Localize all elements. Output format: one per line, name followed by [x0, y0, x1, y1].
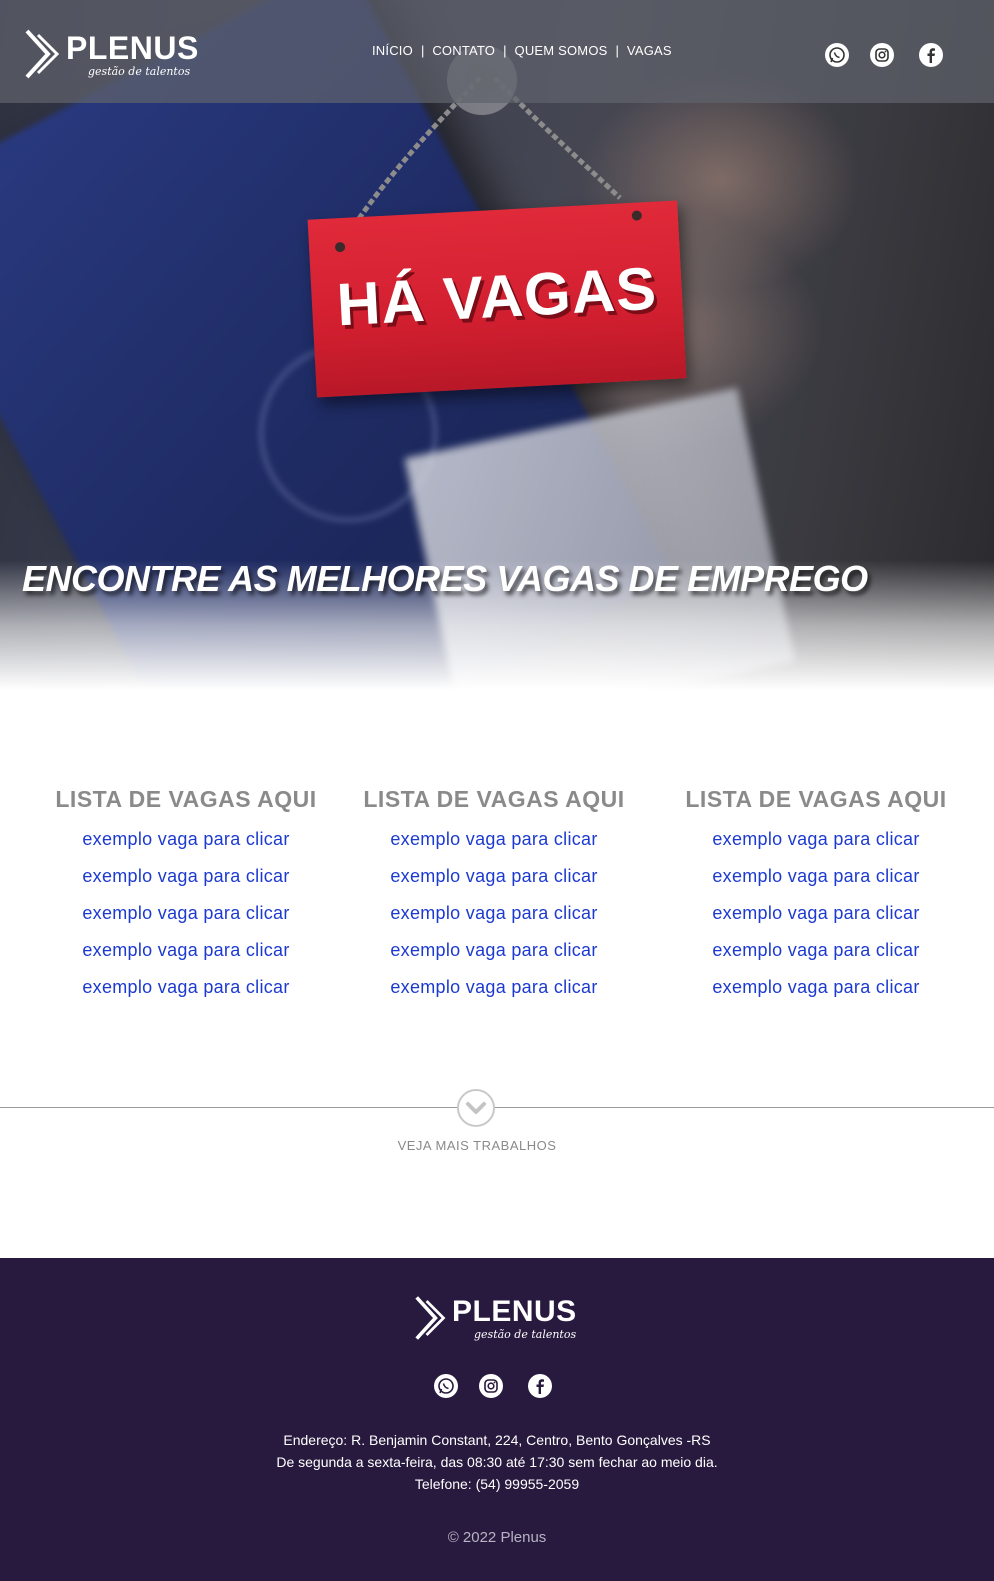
ha-vagas-sign: HÁ VAGAS: [307, 200, 687, 398]
list-item: exemplo vaga para clicar: [36, 866, 336, 903]
main-nav: INÍCIO | CONTATO | QUEM SOMOS | VAGAS: [372, 43, 672, 58]
list-item: exemplo vaga para clicar: [666, 829, 966, 866]
job-link[interactable]: exemplo vaga para clicar: [390, 940, 597, 960]
footer-phone: Telefone: (54) 99955-2059: [414, 1476, 580, 1492]
hero-banner: HÁ VAGAS ENCONTRE AS MELHORES VAGAS DE E…: [0, 0, 994, 690]
job-link[interactable]: exemplo vaga para clicar: [712, 940, 919, 960]
logo-chevron-icon: [25, 29, 60, 79]
nav-quem-somos[interactable]: QUEM SOMOS: [515, 43, 608, 58]
footer-logo[interactable]: PLENUS gestão de talentos: [414, 1294, 577, 1342]
list-item: exemplo vaga para clicar: [36, 940, 336, 977]
job-list: exemplo vaga para clicar exemplo vaga pa…: [36, 829, 336, 1014]
whatsapp-icon[interactable]: [825, 43, 849, 67]
logo-tagline: gestão de talentos: [474, 1327, 577, 1341]
job-list-column: LISTA DE VAGAS AQUI exemplo vaga para cl…: [36, 786, 336, 1014]
list-item: exemplo vaga para clicar: [344, 903, 644, 940]
nav-separator: |: [420, 43, 425, 58]
list-item: exemplo vaga para clicar: [666, 977, 966, 1014]
job-link[interactable]: exemplo vaga para clicar: [390, 977, 597, 997]
footer-copyright: © 2022 Plenus: [447, 1529, 547, 1546]
header-social-links: [825, 43, 943, 67]
list-item: exemplo vaga para clicar: [36, 903, 336, 940]
job-link[interactable]: exemplo vaga para clicar: [712, 903, 919, 923]
list-item: exemplo vaga para clicar: [666, 903, 966, 940]
top-bar: PLENUS gestão de talentos INÍCIO | CONTA…: [0, 0, 994, 103]
list-item: exemplo vaga para clicar: [666, 866, 966, 903]
facebook-icon[interactable]: [919, 43, 943, 67]
footer-contact-info: Endereço: R. Benjamin Constant, 224, Cen…: [0, 1429, 994, 1495]
job-link[interactable]: exemplo vaga para clicar: [390, 829, 597, 849]
job-link[interactable]: exemplo vaga para clicar: [82, 940, 289, 960]
sign-hole-right: [631, 210, 643, 221]
section-divider: [0, 1107, 994, 1108]
instagram-icon[interactable]: [870, 43, 894, 67]
nav-vagas[interactable]: VAGAS: [627, 43, 672, 58]
more-jobs-button[interactable]: [457, 1089, 495, 1127]
whatsapp-icon[interactable]: [434, 1374, 458, 1398]
header-logo[interactable]: PLENUS gestão de talentos: [24, 29, 199, 79]
job-list-column: LISTA DE VAGAS AQUI exemplo vaga para cl…: [666, 786, 966, 1014]
nav-separator: |: [503, 43, 507, 58]
logo-tagline: gestão de talentos: [88, 64, 191, 78]
footer-hours: De segunda a sexta-feira, das 08:30 até …: [276, 1454, 718, 1470]
job-link[interactable]: exemplo vaga para clicar: [82, 977, 289, 997]
nav-contato[interactable]: CONTATO: [432, 43, 495, 58]
job-list: exemplo vaga para clicar exemplo vaga pa…: [344, 829, 644, 1014]
list-item: exemplo vaga para clicar: [344, 977, 644, 1014]
job-link[interactable]: exemplo vaga para clicar: [712, 977, 919, 997]
list-item: exemplo vaga para clicar: [36, 829, 336, 866]
job-list: exemplo vaga para clicar exemplo vaga pa…: [666, 829, 966, 1014]
facebook-icon[interactable]: [528, 1374, 552, 1398]
list-item: exemplo vaga para clicar: [666, 940, 966, 977]
list-item: exemplo vaga para clicar: [36, 977, 336, 1014]
job-list-title: LISTA DE VAGAS AQUI: [55, 786, 317, 812]
logo-name: PLENUS: [66, 29, 199, 66]
sign-text: HÁ VAGAS: [335, 254, 659, 339]
job-link[interactable]: exemplo vaga para clicar: [712, 829, 919, 849]
job-list-column: LISTA DE VAGAS AQUI exemplo vaga para cl…: [344, 786, 644, 1014]
job-link[interactable]: exemplo vaga para clicar: [82, 829, 289, 849]
hero-headline: ENCONTRE AS MELHORES VAGAS DE EMPREGO: [22, 558, 868, 599]
sign-hole-left: [334, 241, 346, 253]
list-item: exemplo vaga para clicar: [344, 866, 644, 903]
nav-inicio[interactable]: INÍCIO: [372, 43, 413, 58]
logo-chevron-icon: [415, 1296, 446, 1340]
footer-address: Endereço: R. Benjamin Constant, 224, Cen…: [283, 1432, 711, 1448]
chevron-down-icon: [466, 1102, 486, 1114]
list-item: exemplo vaga para clicar: [344, 940, 644, 977]
job-link[interactable]: exemplo vaga para clicar: [82, 866, 289, 886]
nav-separator: |: [615, 43, 619, 58]
job-link[interactable]: exemplo vaga para clicar: [82, 903, 289, 923]
site-footer: PLENUS gestão de talentos Endereço: R. B…: [0, 1258, 994, 1581]
job-link[interactable]: exemplo vaga para clicar: [712, 866, 919, 886]
footer-social-links: [434, 1374, 552, 1398]
instagram-icon[interactable]: [479, 1374, 503, 1398]
job-link[interactable]: exemplo vaga para clicar: [390, 866, 597, 886]
more-jobs-label[interactable]: VEJA MAIS TRABALHOS: [0, 1138, 954, 1153]
job-list-title: LISTA DE VAGAS AQUI: [685, 786, 947, 812]
logo-name: PLENUS: [452, 1294, 577, 1328]
job-list-title: LISTA DE VAGAS AQUI: [363, 786, 625, 812]
list-item: exemplo vaga para clicar: [344, 829, 644, 866]
job-link[interactable]: exemplo vaga para clicar: [390, 903, 597, 923]
